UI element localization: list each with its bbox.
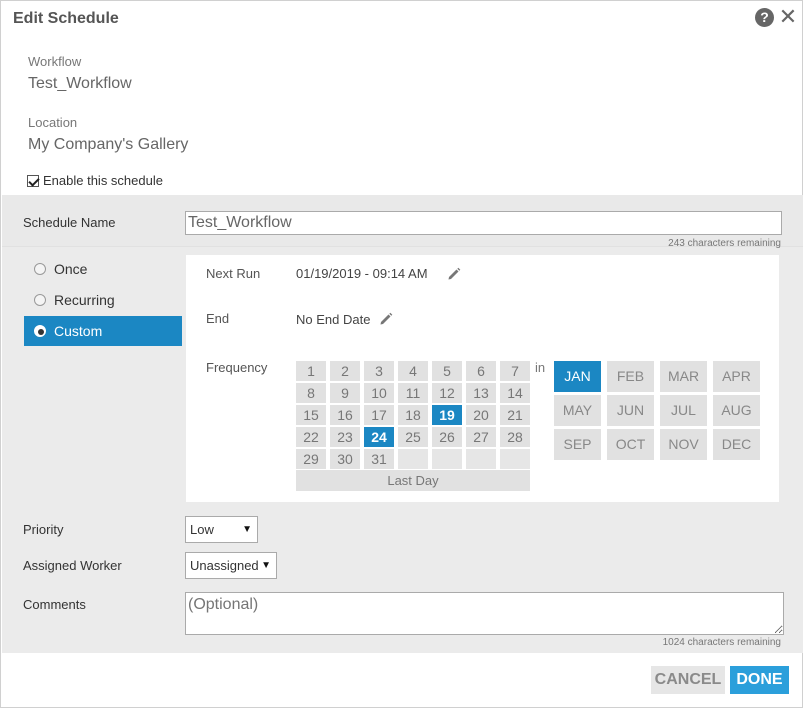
location-label: Location [28,115,78,130]
day-cell-16[interactable]: 16 [330,405,360,425]
cancel-button[interactable]: CANCEL [651,666,725,694]
priority-select[interactable]: Low ▼ [185,516,258,543]
edit-schedule-dialog: Edit Schedule ? ✕ Workflow Test_Workflow… [0,0,803,708]
schedule-name-chars-remaining: 243 characters remaining [668,238,781,249]
schedule-type-custom[interactable]: Custom [24,316,182,346]
schedule-name-input[interactable] [185,211,782,235]
day-cell-1[interactable]: 1 [296,361,326,381]
assigned-worker-select-value: Unassigned [190,558,259,573]
frequency-label: Frequency [206,360,268,375]
day-cell-empty [432,449,462,469]
day-cell-13[interactable]: 13 [466,383,496,403]
day-cell-6[interactable]: 6 [466,361,496,381]
day-cell-17[interactable]: 17 [364,405,394,425]
edit-end-pencil-icon[interactable] [379,312,393,326]
last-day-button[interactable]: Last Day [296,470,530,491]
day-cell-18[interactable]: 18 [398,405,428,425]
day-cell-2[interactable]: 2 [330,361,360,381]
month-cell-mar[interactable]: MAR [660,361,707,392]
month-cell-feb[interactable]: FEB [607,361,654,392]
day-cell-24[interactable]: 24 [364,427,394,447]
day-cell-10[interactable]: 10 [364,383,394,403]
schedule-type-recurring[interactable]: Recurring [24,285,182,315]
help-icon[interactable]: ? [755,8,774,27]
day-cell-empty [500,449,530,469]
day-cell-30[interactable]: 30 [330,449,360,469]
day-cell-8[interactable]: 8 [296,383,326,403]
month-cell-oct[interactable]: OCT [607,429,654,460]
next-run-label: Next Run [206,266,261,281]
day-cell-4[interactable]: 4 [398,361,428,381]
enable-schedule-checkbox[interactable] [27,174,39,187]
schedule-type-recurring-label: Recurring [54,292,115,308]
in-label: in [535,360,546,375]
day-of-month-grid: 1 2 3 4 5 6 7 8 9 10 11 12 13 14 15 16 17 18 19 20 21 22 23 24 2… [296,361,530,469]
day-cell-26[interactable]: 26 [432,427,462,447]
day-cell-15[interactable]: 15 [296,405,326,425]
end-label: End [206,311,230,326]
day-cell-7[interactable]: 7 [500,361,530,381]
comments-chars-remaining: 1024 characters remaining [662,637,781,648]
radio-icon [34,294,46,306]
day-cell-11[interactable]: 11 [398,383,428,403]
month-cell-nov[interactable]: NOV [660,429,707,460]
schedule-type-once-label: Once [54,261,88,277]
done-button[interactable]: DONE [730,666,789,694]
workflow-value: Test_Workflow [28,75,132,92]
assigned-worker-select[interactable]: Unassigned ▼ [185,552,277,579]
next-run-value: 01/19/2019 - 09:14 AM [296,266,428,281]
dropdown-arrow-icon: ▼ [261,560,271,571]
day-cell-22[interactable]: 22 [296,427,326,447]
enable-schedule-label: Enable this schedule [43,173,163,188]
enable-schedule-row[interactable]: Enable this schedule [27,173,163,188]
radio-icon [34,263,46,275]
day-cell-31[interactable]: 31 [364,449,394,469]
day-cell-14[interactable]: 14 [500,383,530,403]
month-cell-jul[interactable]: JUL [660,395,707,426]
day-cell-empty [398,449,428,469]
day-cell-29[interactable]: 29 [296,449,326,469]
schedule-type-once[interactable]: Once [24,254,182,284]
month-cell-dec[interactable]: DEC [713,429,760,460]
day-cell-empty [466,449,496,469]
edit-next-run-pencil-icon[interactable] [447,267,461,281]
dropdown-arrow-icon: ▼ [242,524,252,535]
day-cell-12[interactable]: 12 [432,383,462,403]
priority-select-value: Low [190,522,214,537]
priority-label: Priority [23,522,64,537]
radio-selected-icon [34,325,46,337]
location-value: My Company's Gallery [28,136,189,153]
day-cell-19[interactable]: 19 [432,405,462,425]
schedule-name-label: Schedule Name [23,215,116,230]
month-cell-jun[interactable]: JUN [607,395,654,426]
month-cell-sep[interactable]: SEP [554,429,601,460]
dialog-title: Edit Schedule [13,10,119,27]
day-cell-25[interactable]: 25 [398,427,428,447]
day-cell-5[interactable]: 5 [432,361,462,381]
comments-textarea[interactable] [185,592,784,635]
day-cell-3[interactable]: 3 [364,361,394,381]
day-cell-23[interactable]: 23 [330,427,360,447]
month-cell-aug[interactable]: AUG [713,395,760,426]
day-cell-21[interactable]: 21 [500,405,530,425]
comments-label: Comments [23,597,86,612]
assigned-worker-label: Assigned Worker [23,558,122,573]
month-grid: JAN FEB MAR APR MAY JUN JUL AUG SEP OCT NOV DEC [554,361,760,460]
close-icon[interactable]: ✕ [778,5,798,29]
day-cell-28[interactable]: 28 [500,427,530,447]
day-cell-9[interactable]: 9 [330,383,360,403]
workflow-label: Workflow [28,54,82,69]
day-cell-27[interactable]: 27 [466,427,496,447]
month-cell-may[interactable]: MAY [554,395,601,426]
day-cell-20[interactable]: 20 [466,405,496,425]
month-cell-apr[interactable]: APR [713,361,760,392]
schedule-type-custom-label: Custom [54,323,103,339]
end-value: No End Date [296,312,371,327]
month-cell-jan[interactable]: JAN [554,361,601,392]
